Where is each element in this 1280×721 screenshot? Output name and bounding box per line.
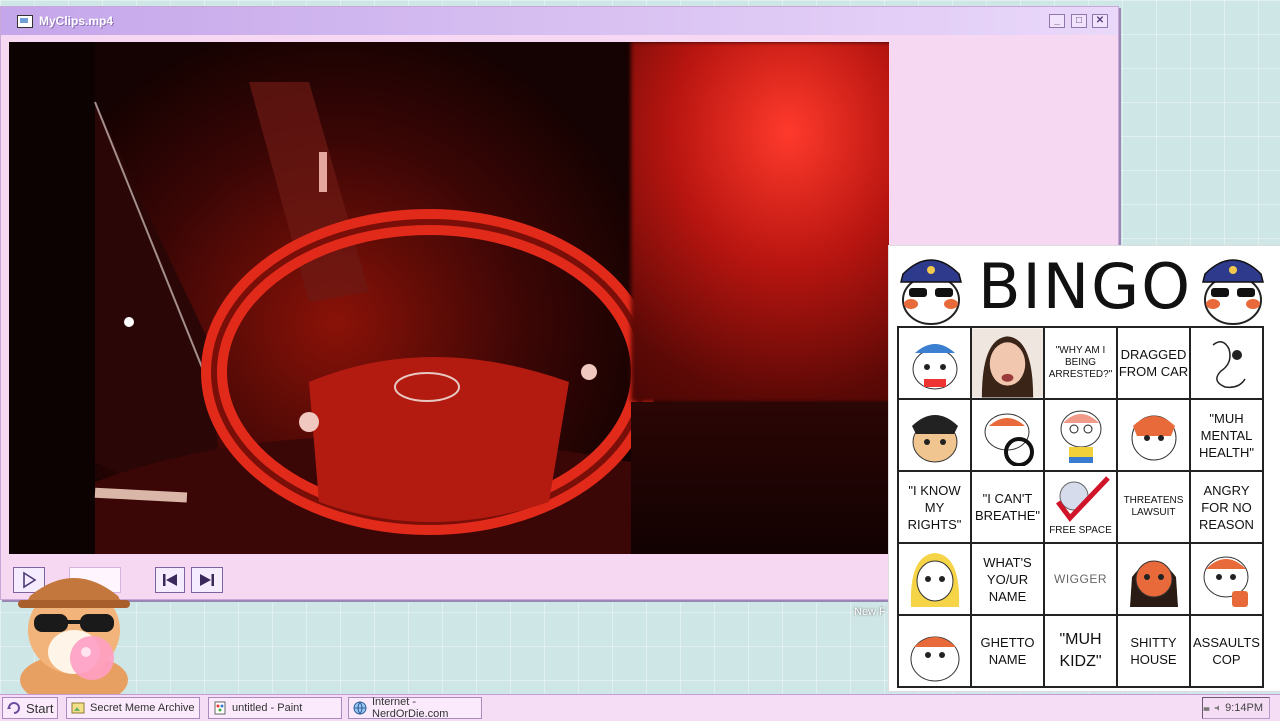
clock[interactable]: 9:14PM [1225, 702, 1263, 714]
video-frame[interactable] [9, 42, 889, 554]
bingo-cell-16[interactable] [898, 543, 971, 615]
cat-sticker-icon [1203, 556, 1248, 607]
free-space-label: FREE SPACE [1049, 525, 1112, 536]
network-icon[interactable] [1203, 703, 1210, 713]
window-title: MyClips.mp4 [39, 14, 114, 28]
close-button[interactable]: ✕ [1092, 14, 1108, 28]
bingo-cell-24[interactable]: SHITTY HOUSE [1117, 615, 1190, 687]
bingo-cell-21[interactable] [898, 615, 971, 687]
bingo-cell-9[interactable] [1117, 399, 1190, 471]
taskbar-item-meme-archive[interactable]: Secret Meme Archive [66, 697, 200, 719]
maximize-button[interactable]: □ [1071, 14, 1087, 28]
bingo-cell-2[interactable] [971, 327, 1044, 399]
title-bar[interactable]: MyClips.mp4 _ □ ✕ [1, 7, 1118, 35]
police-cat-left-icon [900, 259, 962, 325]
bingo-cell-11[interactable]: "I KNOW MY RIGHTS" [898, 471, 971, 543]
previous-button[interactable] [155, 567, 185, 593]
bingo-cell-12[interactable]: "I CAN'T BREATHE" [971, 471, 1044, 543]
bingo-cell-20[interactable] [1190, 543, 1263, 615]
bingo-cell-4[interactable]: DRAGGED FROM CAR [1117, 327, 1190, 399]
cat-sticker-icon [910, 636, 959, 682]
cat-sticker-icon [984, 413, 1034, 466]
image-folder-icon [71, 702, 85, 714]
bingo-cell-23[interactable]: "MUH KIDZ" [1044, 615, 1117, 687]
volume-icon[interactable] [1214, 703, 1221, 713]
cat-sticker-icon [1060, 410, 1101, 463]
skip-back-icon [163, 574, 177, 586]
window-app-icon [17, 15, 33, 28]
taskbar-item-label: Internet - NerdOrDie.com [372, 696, 449, 720]
system-tray: 9:14PM [1202, 697, 1270, 719]
bingo-cell-5[interactable] [1190, 327, 1263, 399]
police-cat-right-icon [1202, 259, 1264, 325]
taskbar-item-label: Secret Meme Archive [90, 702, 195, 714]
doodle-icon [1212, 341, 1246, 389]
bingo-cell-19[interactable] [1117, 543, 1190, 615]
cat-sticker-icon [912, 344, 957, 390]
start-button[interactable]: Start [2, 697, 58, 719]
cat-sticker-icon [1129, 560, 1178, 607]
bingo-cell-14[interactable]: THREATENS LAWSUIT [1117, 471, 1190, 543]
paint-icon [214, 701, 226, 715]
cat-sticker-icon [1131, 415, 1176, 461]
crying-woman-photo-icon [972, 328, 1043, 398]
cat-sticker-icon [911, 415, 958, 463]
bingo-cell-18[interactable]: WIGGER [1044, 543, 1117, 615]
bingo-cell-1[interactable] [898, 327, 971, 399]
bingo-cell-7[interactable] [971, 399, 1044, 471]
blurred-region [631, 42, 889, 402]
taskbar-item-internet[interactable]: Internet - NerdOrDie.com [348, 696, 482, 720]
bingo-card: BINGO "WHY AM I BEING ARRESTED?" DRAGGED… [888, 245, 1280, 692]
globe-icon [353, 701, 367, 715]
taskbar-item-label: untitled - Paint [232, 702, 303, 714]
cat-sticker-icon [910, 553, 959, 607]
bingo-cell-8[interactable] [1044, 399, 1117, 471]
taskbar-item-paint[interactable]: untitled - Paint [208, 697, 342, 719]
bingo-title: BINGO [977, 250, 1193, 323]
bingo-cell-22[interactable]: GHETTO NAME [971, 615, 1044, 687]
checkmark-icon [1056, 476, 1110, 522]
skip-forward-icon [200, 574, 214, 586]
bingo-grid: "WHY AM I BEING ARRESTED?" DRAGGED FROM … [897, 326, 1264, 688]
bingo-cell-free[interactable]: FREE SPACE [1044, 471, 1117, 543]
bingo-cell-15[interactable]: ANGRY FOR NO REASON [1190, 471, 1263, 543]
start-label: Start [26, 700, 54, 716]
minimize-button[interactable]: _ [1049, 14, 1065, 28]
bingo-cell-17[interactable]: WHAT'S YO/UR NAME [971, 543, 1044, 615]
next-button[interactable] [191, 567, 223, 593]
taskbar: Start Secret Meme Archive untitled - Pai… [0, 694, 1280, 721]
bingo-cell-3[interactable]: "WHY AM I BEING ARRESTED?" [1044, 327, 1117, 399]
bingo-cell-6[interactable] [898, 399, 971, 471]
cat-with-sunglasses-sticker [18, 578, 130, 696]
desktop-folder-label[interactable]: New F [854, 606, 886, 618]
bingo-cell-10[interactable]: "MUH MENTAL HEALTH" [1190, 399, 1263, 471]
bingo-cell-25[interactable]: ASSAULTS COP [1190, 615, 1263, 687]
start-icon [7, 702, 20, 714]
transport-controls [9, 558, 889, 598]
